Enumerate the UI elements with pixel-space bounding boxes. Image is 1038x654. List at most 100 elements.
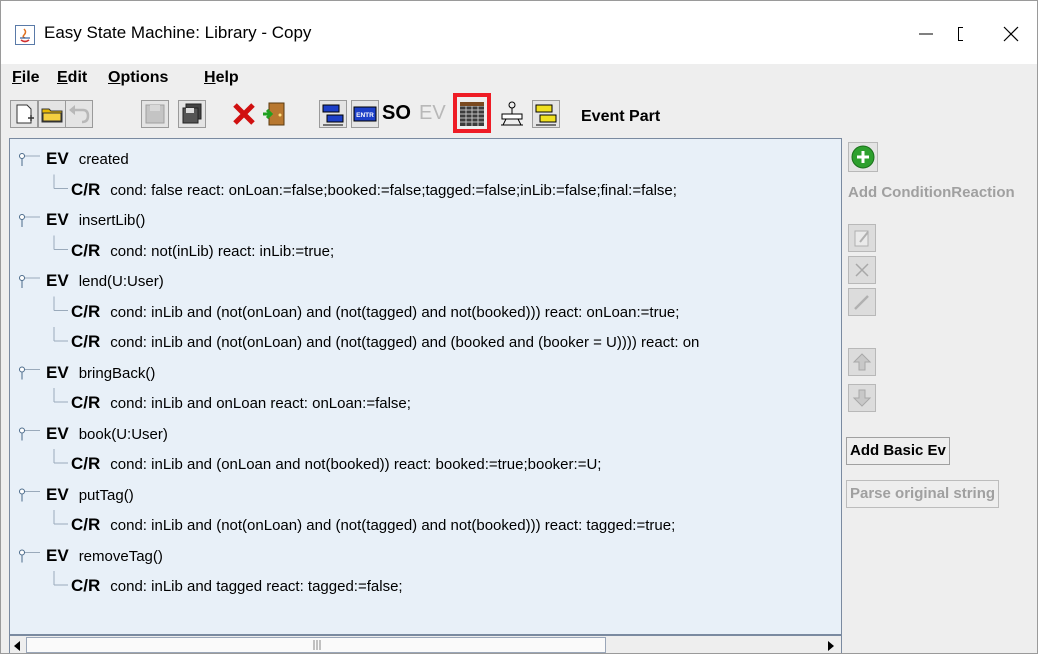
tree-event-row[interactable]: EV lend(U:User) <box>10 265 841 295</box>
tree-condition-row[interactable]: C/R cond: inLib and tagged react: tagged:… <box>10 570 841 600</box>
tree-event-row[interactable]: EV bringBack() <box>10 357 841 387</box>
undo-icon <box>65 100 93 128</box>
cr-badge: C/R <box>71 240 101 260</box>
pencil-button[interactable] <box>848 288 876 316</box>
delete-button[interactable] <box>230 100 258 128</box>
menu-options[interactable]: Options <box>108 69 168 87</box>
scroll-thumb[interactable] <box>26 637 606 653</box>
add-condition-reaction-button[interactable]: Add ConditionReaction <box>848 184 1015 201</box>
toolbar: ENTR SO EV Event Part <box>1 92 1037 136</box>
close-icon <box>1003 26 1019 42</box>
maximize-icon <box>958 27 963 41</box>
add-icon <box>851 145 875 169</box>
scroll-right-arrow[interactable] <box>826 639 836 653</box>
tree-event-row[interactable]: EV putTag() <box>10 479 841 509</box>
cr-badge: C/R <box>71 454 101 473</box>
ev-badge: EV <box>46 423 69 443</box>
open-button[interactable] <box>38 100 66 128</box>
maximize-button[interactable] <box>923 15 963 53</box>
tree-condition-row[interactable]: C/R cond: inLib and (onLoan and not(booke… <box>10 448 841 478</box>
save-all-icon <box>178 100 206 128</box>
java-app-icon <box>15 25 35 45</box>
ev-badge: EV <box>46 271 69 290</box>
tree-event-row[interactable]: EV book(U:User) <box>10 418 841 448</box>
tree-condition-row[interactable]: C/R cond: inLib and (not(onLoan) and (not… <box>10 509 841 539</box>
add-button[interactable] <box>848 142 878 172</box>
event-name: putTag() <box>78 486 134 504</box>
state-left-button[interactable] <box>319 100 347 128</box>
condition-text: cond: inLib and (not(onLoan) and (not(ta… <box>110 334 700 351</box>
exit-button[interactable] <box>261 100 289 128</box>
transition-button[interactable] <box>498 100 526 128</box>
so-label: SO <box>382 102 411 124</box>
svg-text:ENTR: ENTR <box>356 112 374 119</box>
so-button[interactable]: SO <box>382 100 416 128</box>
event-name: removeTag() <box>78 547 163 565</box>
entr-button[interactable]: ENTR <box>351 100 379 128</box>
cr-badge: C/R <box>71 179 101 199</box>
state-right-button[interactable] <box>532 100 560 128</box>
exit-icon <box>263 102 285 126</box>
condition-text: cond: inLib and onLoan react: onLoan:=fa… <box>110 395 411 412</box>
tree-condition-row[interactable]: C/R cond: not(inLib) react: inLib:=true; <box>10 235 841 265</box>
condition-text: cond: false react: onLoan:=false;booked:… <box>110 181 677 199</box>
new-file-button[interactable] <box>10 100 38 128</box>
cr-badge: C/R <box>71 576 101 595</box>
horizontal-scrollbar[interactable] <box>9 635 842 653</box>
remove-icon <box>855 263 869 277</box>
event-tree[interactable]: EV created C/R cond: false react: onLoan:=f… <box>9 138 842 635</box>
event-name: book(U:User) <box>78 425 168 443</box>
ev-button[interactable]: EV <box>419 100 449 128</box>
add-basic-ev-button[interactable]: Add Basic Ev <box>846 437 950 465</box>
menu-help[interactable]: Help <box>204 69 239 87</box>
tree-event-row[interactable]: EV created <box>10 143 841 173</box>
tree-event-row[interactable]: EV insertLib() <box>10 204 841 234</box>
ev-badge: EV <box>46 545 69 565</box>
menu-edit[interactable]: Edit <box>57 69 87 87</box>
edit-icon <box>854 230 869 247</box>
section-label: Event Part <box>581 108 661 125</box>
event-name: lend(U:User) <box>78 273 164 290</box>
ev-badge: EV <box>46 149 69 168</box>
delete-icon <box>233 103 255 125</box>
event-name: insertLib() <box>78 212 146 229</box>
event-name: created <box>78 151 129 168</box>
state-left-icon <box>319 100 347 128</box>
tree-condition-row[interactable]: C/R cond: inLib and onLoan react: onLoan:… <box>10 387 841 417</box>
tree-condition-row[interactable]: C/R cond: false react: onLoan:=false;book… <box>10 174 841 204</box>
ev-badge: EV <box>46 484 69 504</box>
scroll-left-arrow[interactable] <box>12 639 22 653</box>
edit-button[interactable] <box>848 224 876 252</box>
cr-badge: C/R <box>71 332 101 351</box>
tree-condition-row[interactable]: C/R cond: inLib and (not(onLoan) and (not… <box>10 326 841 356</box>
condition-text: cond: inLib and (not(onLoan) and (not(ta… <box>110 303 680 321</box>
right-panel: Add ConditionReaction Add Basic Ev Parse… <box>842 138 1037 653</box>
menu-file[interactable]: File <box>12 69 40 87</box>
parse-original-string-button[interactable]: Parse original string <box>846 480 1000 508</box>
condition-text: cond: inLib and tagged react: tagged:=fa… <box>110 578 403 595</box>
close-button[interactable] <box>991 15 1031 53</box>
condition-text: cond: inLib and (onLoan and not(booked))… <box>110 456 602 473</box>
cr-badge: C/R <box>71 393 101 412</box>
window-title: Easy State Machine: Library - Copy <box>44 23 312 42</box>
highlight-box <box>453 93 491 133</box>
transition-icon <box>501 101 523 126</box>
save-all-button[interactable] <box>178 100 206 128</box>
cr-badge: C/R <box>71 301 101 321</box>
pencil-icon <box>854 295 869 310</box>
undo-button[interactable] <box>65 100 93 128</box>
open-folder-icon <box>38 100 66 128</box>
move-down-icon <box>852 389 872 407</box>
save-button[interactable] <box>141 100 169 128</box>
tree-event-row[interactable]: EV removeTag() <box>10 540 841 570</box>
move-down-button[interactable] <box>848 384 876 412</box>
ev-badge: EV <box>46 210 69 229</box>
ev-badge: EV <box>46 362 69 382</box>
move-up-button[interactable] <box>848 348 876 376</box>
entr-icon: ENTR <box>351 100 379 128</box>
save-icon <box>141 100 169 128</box>
tree-condition-row[interactable]: C/R cond: inLib and (not(onLoan) and (not… <box>10 296 841 326</box>
ev-label: EV <box>419 102 446 124</box>
remove-button[interactable] <box>848 256 876 284</box>
title-bar: Easy State Machine: Library - Copy <box>1 1 1037 64</box>
